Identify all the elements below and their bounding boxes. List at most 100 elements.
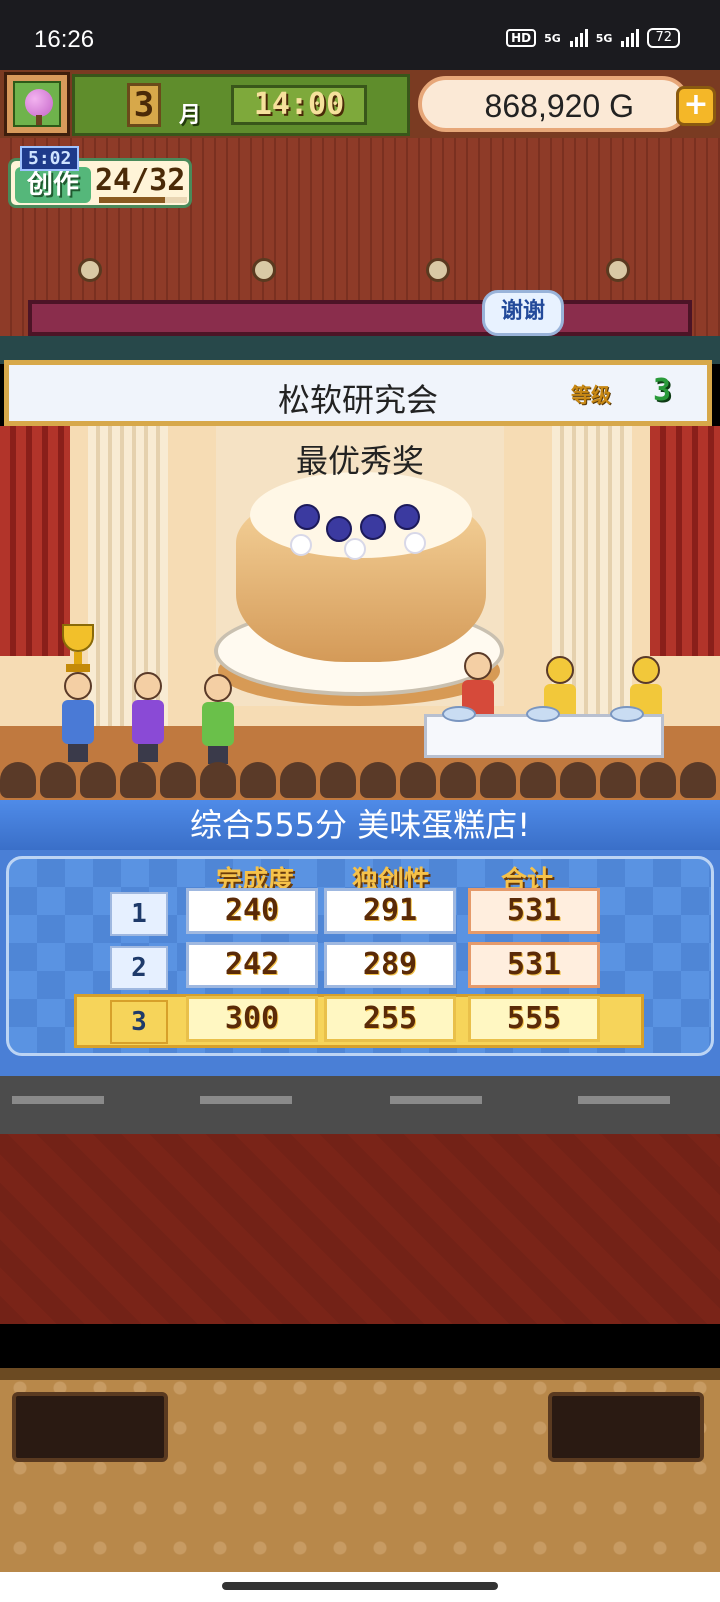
chef-character bbox=[58, 672, 98, 762]
character-head bbox=[204, 674, 232, 702]
sim1-network-label: 5G bbox=[544, 31, 561, 45]
results-panel: 综合555分 美味蛋糕店! 完成度 独创性 合计 1 240 291 531 2… bbox=[0, 800, 720, 1076]
trophy-cup bbox=[62, 624, 94, 652]
blueberry-icon bbox=[294, 504, 320, 530]
month-label: 月 bbox=[179, 103, 202, 128]
money-value: 868,920 G bbox=[484, 88, 634, 124]
character-body bbox=[202, 702, 234, 746]
avatar-frame bbox=[13, 81, 61, 127]
audience-head bbox=[640, 762, 676, 798]
rank-cell: 2 bbox=[110, 946, 168, 990]
audience-head bbox=[120, 762, 156, 798]
audience-head bbox=[320, 762, 356, 798]
month-number: 3 bbox=[127, 83, 161, 127]
light-bulb-icon bbox=[606, 258, 630, 282]
battery-icon: 72 bbox=[647, 28, 680, 48]
status-bar: 16:26 HD 5G 5G 72 bbox=[0, 0, 720, 70]
staff-character bbox=[198, 674, 238, 764]
right-menu-slot[interactable] bbox=[548, 1392, 704, 1462]
plate-icon bbox=[526, 706, 560, 722]
cream-icon bbox=[404, 532, 426, 554]
audience-row bbox=[0, 762, 720, 800]
create-count: 24/32 bbox=[95, 163, 186, 198]
audience-head bbox=[520, 762, 556, 798]
clock-display: 14:00 bbox=[231, 85, 367, 125]
award-scene: 最优秀奖 bbox=[0, 426, 720, 800]
road bbox=[0, 1076, 720, 1134]
audience-head bbox=[600, 762, 636, 798]
audience-head bbox=[80, 762, 116, 798]
speech-bubble: 谢谢 bbox=[482, 290, 564, 336]
score-cell-originality: 255 bbox=[324, 996, 456, 1042]
character-head bbox=[546, 656, 574, 684]
score-cell-total: 531 bbox=[468, 942, 600, 988]
level-value: 3 bbox=[653, 373, 672, 408]
road-marking bbox=[12, 1096, 104, 1104]
road-marking bbox=[390, 1096, 482, 1104]
roof-lights bbox=[0, 258, 720, 288]
cream-icon bbox=[344, 538, 366, 560]
character-head bbox=[64, 672, 92, 700]
create-progress-fill bbox=[99, 197, 165, 203]
audience-head bbox=[160, 762, 196, 798]
signal-icon-2 bbox=[621, 29, 640, 47]
status-time: 16:26 bbox=[34, 26, 95, 53]
create-label: 创作 bbox=[15, 167, 91, 203]
character-legs bbox=[138, 744, 158, 762]
road-marking bbox=[200, 1096, 292, 1104]
hd-icon: HD bbox=[506, 29, 537, 47]
score-cell-total: 555 bbox=[468, 996, 600, 1042]
score-cell-originality: 291 bbox=[324, 888, 456, 934]
create-progress-bar bbox=[99, 197, 187, 203]
cream-icon bbox=[290, 534, 312, 556]
level-label: 等级 bbox=[571, 383, 611, 407]
town-avatar-button[interactable] bbox=[4, 72, 70, 136]
trophy-base bbox=[66, 664, 90, 672]
results-header: 综合555分 美味蛋糕店! bbox=[0, 800, 720, 850]
score-cell-completion: 300 bbox=[186, 996, 318, 1042]
home-indicator[interactable] bbox=[222, 1582, 498, 1590]
light-bulb-icon bbox=[78, 258, 102, 282]
blueberry-icon bbox=[326, 516, 352, 542]
score-cell-total: 531 bbox=[468, 888, 600, 934]
audience-head bbox=[200, 762, 236, 798]
audience-head bbox=[560, 762, 596, 798]
character-head bbox=[632, 656, 660, 684]
audience-head bbox=[480, 762, 516, 798]
audience-head bbox=[400, 762, 436, 798]
signal-icon bbox=[569, 29, 588, 47]
staff-character bbox=[128, 672, 168, 762]
character-body bbox=[62, 700, 94, 744]
light-bulb-icon bbox=[252, 258, 276, 282]
score-cell-completion: 242 bbox=[186, 942, 318, 988]
trophy-stem bbox=[74, 652, 82, 664]
audience-head bbox=[0, 762, 36, 798]
plate-icon bbox=[610, 706, 644, 722]
score-cell-originality: 289 bbox=[324, 942, 456, 988]
audience-head bbox=[440, 762, 476, 798]
rank-cell: 1 bbox=[110, 892, 168, 936]
rank-cell: 3 bbox=[110, 1000, 168, 1044]
add-money-button[interactable]: + bbox=[676, 86, 716, 126]
bottom-frame bbox=[0, 1368, 720, 1380]
blueberry-icon bbox=[360, 514, 386, 540]
character-legs bbox=[68, 744, 88, 762]
audience-head bbox=[40, 762, 76, 798]
status-icons: HD 5G 5G 72 bbox=[506, 28, 680, 48]
carpet-area bbox=[0, 1134, 720, 1324]
character-body bbox=[132, 700, 164, 744]
light-bulb-icon bbox=[426, 258, 450, 282]
plate-icon bbox=[442, 706, 476, 722]
left-menu-slot[interactable] bbox=[12, 1392, 168, 1462]
system-nav-bar bbox=[0, 1572, 720, 1602]
award-title: 最优秀奖 bbox=[295, 442, 424, 480]
contest-banner: 松软研究会 等级 3 bbox=[4, 360, 712, 426]
money-display: 868,920 G bbox=[418, 76, 690, 132]
character-head bbox=[464, 652, 492, 680]
blueberry-icon bbox=[394, 504, 420, 530]
score-cell-completion: 240 bbox=[186, 888, 318, 934]
create-timer: 5:02 bbox=[20, 146, 80, 171]
audience-head bbox=[240, 762, 276, 798]
tree-icon bbox=[25, 89, 53, 117]
stage-awning bbox=[28, 300, 692, 336]
